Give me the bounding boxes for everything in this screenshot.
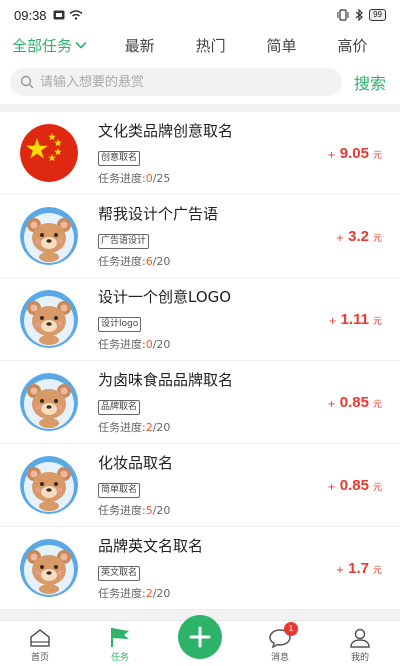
nav-label: 消息 xyxy=(270,653,289,663)
task-title: 化妆品取名 xyxy=(98,454,174,472)
search-icon xyxy=(20,75,34,89)
search-input[interactable] xyxy=(40,74,332,90)
reward-amount: 1.11 xyxy=(340,310,369,328)
bottom-nav: 首页 任务 1 消息 我的 xyxy=(0,615,400,666)
task-tag: 广告语设计 xyxy=(98,234,150,249)
bear-avatar xyxy=(20,290,78,348)
reward-amount: 0.85 xyxy=(339,393,369,411)
task-title: 文化类品牌创意取名 xyxy=(98,122,234,140)
status-bar: 09:38 99 xyxy=(0,0,400,30)
reward-amount: 9.05 xyxy=(339,144,369,162)
nav-label: 我的 xyxy=(350,653,369,663)
bluetooth-icon xyxy=(355,9,363,21)
nav-publish[interactable] xyxy=(160,615,240,666)
task-reward: + 9.05 元 xyxy=(327,144,382,162)
search-box xyxy=(10,68,342,96)
reward-amount: 0.85 xyxy=(339,476,369,494)
task-item[interactable]: 为卤味食品品牌取名 品牌取名 任务进度:2/20 + 0.85 元 xyxy=(0,361,400,444)
nav-messages[interactable]: 1 消息 xyxy=(240,622,320,666)
task-reward: + 3.2 元 xyxy=(335,227,382,245)
task-progress: 任务进度:2/20 xyxy=(98,421,171,434)
task-item[interactable]: 品牌英文名取名 英文取名 任务进度:2/20 + 1.7 元 xyxy=(0,527,400,610)
task-progress: 任务进度:0/25 xyxy=(98,172,171,185)
status-time: 09:38 xyxy=(14,7,47,23)
task-tag: 设计logo xyxy=(98,317,142,332)
task-progress: 任务进度:5/20 xyxy=(98,504,171,517)
task-item[interactable]: 设计一个创意LOGO 设计logo 任务进度:0/20 + 1.11 元 xyxy=(0,278,400,361)
task-progress: 任务进度:2/20 xyxy=(98,587,171,600)
tab-newest[interactable]: 最新 xyxy=(104,35,175,56)
search-row: 搜索 xyxy=(0,60,400,104)
task-progress: 任务进度:6/20 xyxy=(98,255,171,268)
reward-amount: 1.7 xyxy=(348,559,369,577)
battery-indicator: 99 xyxy=(369,9,386,21)
notification-icon xyxy=(53,10,65,20)
task-reward: + 0.85 元 xyxy=(327,476,382,494)
tab-high-price[interactable]: 高价 xyxy=(317,35,388,56)
tab-hot[interactable]: 热门 xyxy=(175,35,246,56)
task-reward: + 1.11 元 xyxy=(328,310,382,328)
plus-button[interactable] xyxy=(178,615,222,659)
task-title: 为卤味食品品牌取名 xyxy=(98,371,234,389)
plus-icon xyxy=(189,626,211,648)
bear-avatar xyxy=(20,456,78,514)
china-flag-avatar xyxy=(20,124,78,182)
search-button[interactable]: 搜索 xyxy=(350,70,390,94)
tab-all-tasks[interactable]: 全部任务 xyxy=(12,35,104,56)
task-tag: 简单取名 xyxy=(98,483,141,498)
task-title: 设计一个创意LOGO xyxy=(98,288,232,306)
task-reward: + 1.7 元 xyxy=(335,559,382,577)
vibrate-icon xyxy=(337,9,349,21)
nav-profile[interactable]: 我的 xyxy=(320,628,400,666)
nav-label: 首页 xyxy=(30,653,49,663)
tab-label: 全部任务 xyxy=(12,36,73,55)
nav-tasks[interactable]: 任务 xyxy=(80,626,160,666)
bear-avatar xyxy=(20,539,78,597)
chevron-down-icon xyxy=(75,41,87,49)
task-title: 帮我设计个广告语 xyxy=(98,205,219,223)
nav-home[interactable]: 首页 xyxy=(0,628,80,666)
task-list: 文化类品牌创意取名 创意取名 任务进度:0/25 + 9.05 元 帮我设计个广… xyxy=(0,112,400,610)
task-progress: 任务进度:0/20 xyxy=(98,338,171,351)
nav-label: 任务 xyxy=(110,653,129,663)
wifi-icon xyxy=(69,10,83,20)
task-reward: + 0.85 元 xyxy=(327,393,382,411)
home-icon xyxy=(30,629,50,647)
task-item[interactable]: 化妆品取名 简单取名 任务进度:5/20 + 0.85 元 xyxy=(0,444,400,527)
task-tag: 英文取名 xyxy=(98,566,141,581)
user-icon xyxy=(350,628,370,648)
task-item[interactable]: 文化类品牌创意取名 创意取名 任务进度:0/25 + 9.05 元 xyxy=(0,112,400,195)
task-tag: 创意取名 xyxy=(98,151,141,166)
flag-icon xyxy=(111,628,129,647)
reward-amount: 3.2 xyxy=(348,227,369,245)
bear-avatar xyxy=(20,373,78,431)
filter-tabs: 全部任务 最新 热门 简单 高价 xyxy=(0,30,400,60)
task-tag: 品牌取名 xyxy=(98,400,141,415)
tab-simple[interactable]: 简单 xyxy=(246,35,317,56)
task-title: 品牌英文名取名 xyxy=(98,537,204,555)
message-badge: 1 xyxy=(284,622,298,636)
task-item[interactable]: 帮我设计个广告语 广告语设计 任务进度:6/20 + 3.2 元 xyxy=(0,195,400,278)
bear-avatar xyxy=(20,207,78,265)
